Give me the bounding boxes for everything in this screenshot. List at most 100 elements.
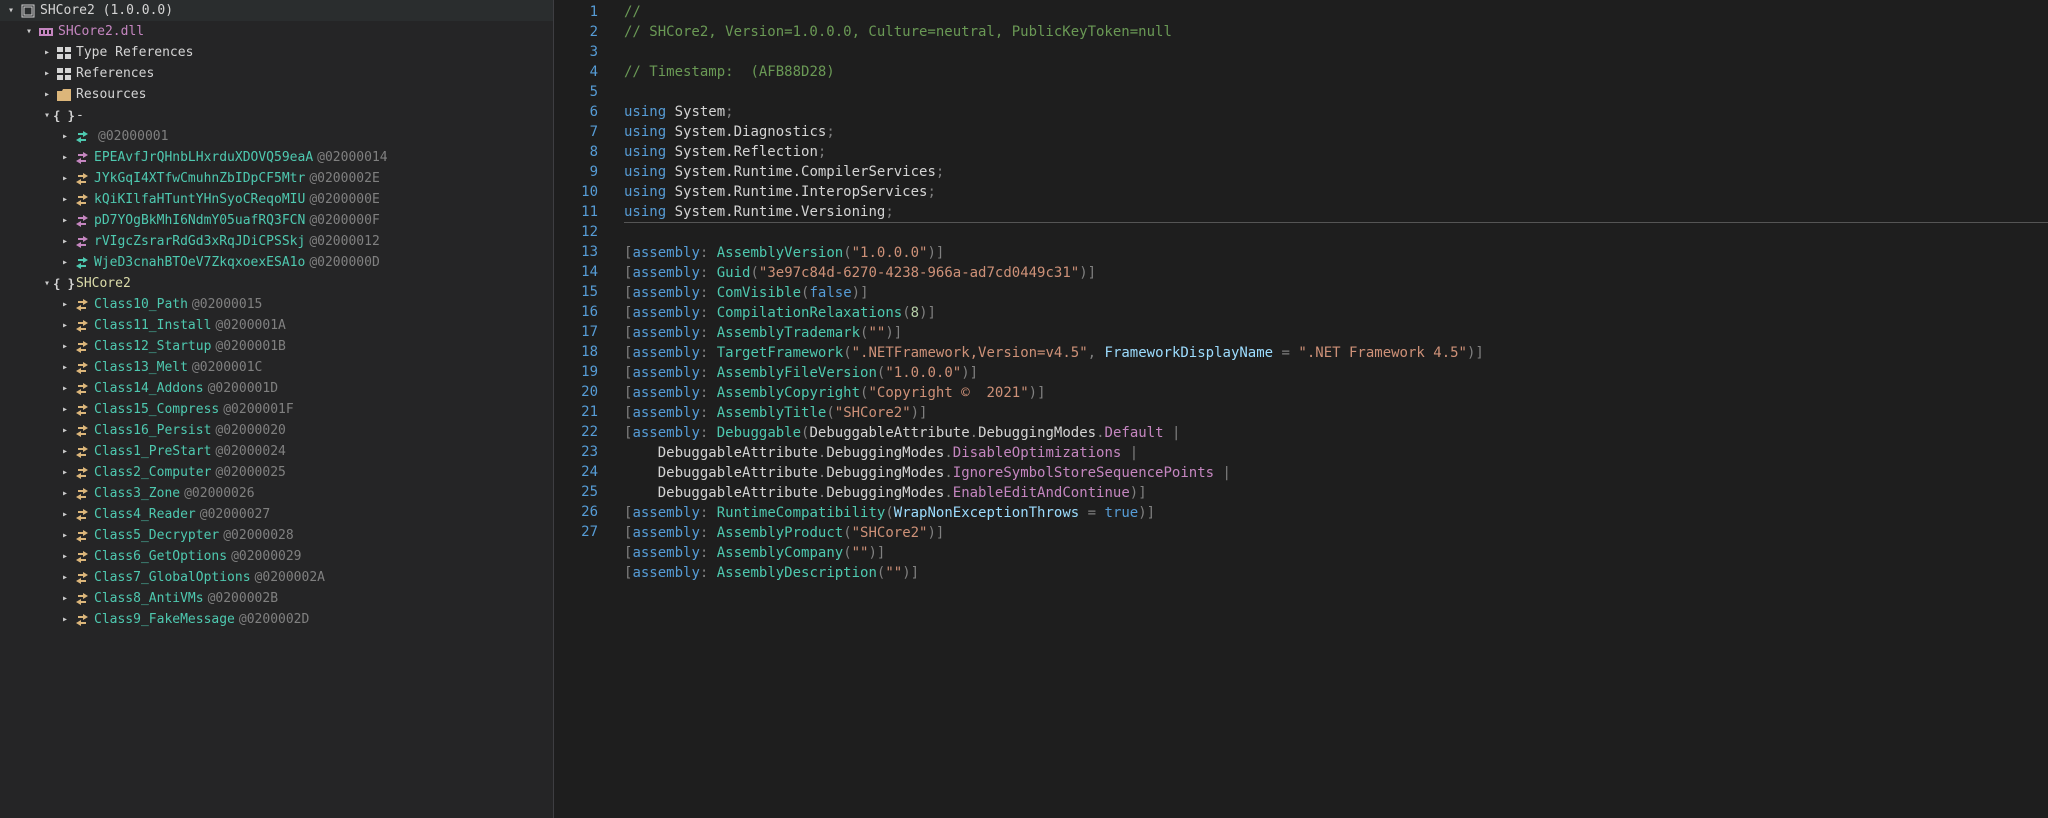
chevron-right-icon[interactable]: ▸: [40, 46, 54, 60]
chevron-right-icon[interactable]: ▸: [58, 403, 72, 417]
class-icon: [74, 150, 90, 166]
class-icon: [74, 381, 90, 397]
type-label: Class14_Addons: [94, 381, 204, 396]
tree-node-type[interactable]: ▸ @02000001: [0, 126, 553, 147]
type-token: @02000012: [309, 234, 379, 249]
chevron-right-icon[interactable]: ▸: [58, 340, 72, 354]
chevron-right-icon[interactable]: ▸: [58, 235, 72, 249]
type-token: @0200002A: [255, 570, 325, 585]
tree-node-type[interactable]: ▸Class7_GlobalOptions@0200002A: [0, 567, 553, 588]
chevron-right-icon[interactable]: ▸: [58, 508, 72, 522]
tree-node-resources[interactable]: ▸ Resources: [0, 84, 553, 105]
type-label: kQiKIlfaHTuntYHnSyoCReqoMIU: [94, 192, 305, 207]
chevron-right-icon[interactable]: ▸: [58, 382, 72, 396]
tree-node-type[interactable]: ▸Class8_AntiVMs@0200002B: [0, 588, 553, 609]
code-content[interactable]: //// SHCore2, Version=1.0.0.0, Culture=n…: [614, 0, 2048, 818]
type-label: pD7YOgBkMhI6NdmY05uafRQ3FCN: [94, 213, 305, 228]
chevron-right-icon[interactable]: ▸: [58, 592, 72, 606]
tree-node-type[interactable]: ▸ pD7YOgBkMhI6NdmY05uafRQ3FCN @0200000F: [0, 210, 553, 231]
tree-node-type[interactable]: ▸Class2_Computer@02000025: [0, 462, 553, 483]
tree-node-type[interactable]: ▸Class16_Persist@02000020: [0, 420, 553, 441]
chevron-right-icon[interactable]: ▸: [58, 613, 72, 627]
code-editor[interactable]: 1234567891011121314151617181920212223242…: [554, 0, 2048, 818]
tree-node-namespace-shcore2[interactable]: ▾ { } SHCore2: [0, 273, 553, 294]
type-label: Class1_PreStart: [94, 444, 211, 459]
chevron-right-icon[interactable]: ▸: [58, 466, 72, 480]
type-token: @0200001D: [208, 381, 278, 396]
type-token: @0200002B: [208, 591, 278, 606]
tree-node-assembly[interactable]: ▾ SHCore2 (1.0.0.0): [0, 0, 553, 21]
type-token: @0200000E: [309, 192, 379, 207]
tree-node-references[interactable]: ▸ References: [0, 63, 553, 84]
type-label: Class5_Decrypter: [94, 528, 219, 543]
chevron-right-icon[interactable]: ▸: [58, 214, 72, 228]
type-token: @0200001C: [192, 360, 262, 375]
chevron-right-icon[interactable]: ▸: [58, 256, 72, 270]
class-icon: [74, 192, 90, 208]
chevron-right-icon[interactable]: ▸: [40, 67, 54, 81]
tree-node-type[interactable]: ▸Class11_Install@0200001A: [0, 315, 553, 336]
class-icon: [74, 171, 90, 187]
tree-node-type-references[interactable]: ▸ Type References: [0, 42, 553, 63]
chevron-right-icon[interactable]: ▸: [58, 550, 72, 564]
tree-node-type[interactable]: ▸Class15_Compress@0200001F: [0, 399, 553, 420]
chevron-right-icon[interactable]: ▸: [58, 298, 72, 312]
references-icon: [56, 45, 72, 61]
type-label: Class3_Zone: [94, 486, 180, 501]
chevron-right-icon[interactable]: ▸: [58, 319, 72, 333]
chevron-down-icon[interactable]: ▾: [4, 4, 18, 18]
type-token: @02000029: [231, 549, 301, 564]
tree-node-type[interactable]: ▸Class6_GetOptions@02000029: [0, 546, 553, 567]
tree-node-type[interactable]: ▸ Class10_Path @02000015: [0, 294, 553, 315]
class-icon: [74, 486, 90, 502]
chevron-right-icon[interactable]: ▸: [58, 571, 72, 585]
class-icon: [74, 213, 90, 229]
type-token: @02000015: [192, 297, 262, 312]
tree-node-type[interactable]: ▸Class5_Decrypter@02000028: [0, 525, 553, 546]
class-icon: [74, 402, 90, 418]
tree-node-type[interactable]: ▸Class9_FakeMessage@0200002D: [0, 609, 553, 630]
type-token: @0200000D: [309, 255, 379, 270]
chevron-right-icon[interactable]: ▸: [58, 193, 72, 207]
class-icon: [74, 255, 90, 271]
tree-node-type[interactable]: ▸EPEAvfJrQHnbLHxrduXDOVQ59eaA@02000014: [0, 147, 553, 168]
tree-node-type[interactable]: ▸WjeD3cnahBTOeV7ZkqxoexESA1o@0200000D: [0, 252, 553, 273]
chevron-right-icon[interactable]: ▸: [40, 88, 54, 102]
tree-node-type[interactable]: ▸ Class1_PreStart @02000024: [0, 441, 553, 462]
chevron-right-icon[interactable]: ▸: [58, 130, 72, 144]
class-icon: [74, 234, 90, 250]
references-icon: [56, 66, 72, 82]
type-token: @02000024: [215, 444, 285, 459]
type-label: Class10_Path: [94, 297, 188, 312]
chevron-down-icon[interactable]: ▾: [40, 277, 54, 291]
tree-node-type[interactable]: ▸JYkGqI4XTfwCmuhnZbIDpCF5Mtr@0200002E: [0, 168, 553, 189]
type-token: @0200000F: [309, 213, 379, 228]
tree-node-type[interactable]: ▸Class12_Startup@0200001B: [0, 336, 553, 357]
tree-node-type[interactable]: ▸ kQiKIlfaHTuntYHnSyoCReqoMIU @0200000E: [0, 189, 553, 210]
chevron-right-icon[interactable]: ▸: [58, 487, 72, 501]
chevron-down-icon[interactable]: ▾: [22, 25, 36, 39]
assembly-tree-panel[interactable]: ▾ SHCore2 (1.0.0.0) ▾ SHCore2.dll ▸ Type…: [0, 0, 554, 818]
tree-node-type[interactable]: ▸ Class14_Addons @0200001D: [0, 378, 553, 399]
tree-label: Resources: [76, 87, 146, 102]
chevron-down-icon[interactable]: ▾: [40, 109, 54, 123]
class-icon: [74, 444, 90, 460]
type-label: Class16_Persist: [94, 423, 211, 438]
chevron-right-icon[interactable]: ▸: [58, 361, 72, 375]
chevron-right-icon[interactable]: ▸: [58, 172, 72, 186]
tree-node-module[interactable]: ▾ SHCore2.dll: [0, 21, 553, 42]
tree-node-type[interactable]: ▸Class3_Zone@02000026: [0, 483, 553, 504]
tree-node-namespace-dash[interactable]: ▾ { } -: [0, 105, 553, 126]
type-token: @02000001: [98, 129, 168, 144]
chevron-right-icon[interactable]: ▸: [58, 424, 72, 438]
tree-label: Type References: [76, 45, 193, 60]
chevron-right-icon[interactable]: ▸: [58, 529, 72, 543]
chevron-right-icon[interactable]: ▸: [58, 445, 72, 459]
class-icon: [74, 549, 90, 565]
tree-node-type[interactable]: ▸rVIgcZsrarRdGd3xRqJDiCPSSkj@02000012: [0, 231, 553, 252]
chevron-right-icon[interactable]: ▸: [58, 151, 72, 165]
class-icon: [74, 297, 90, 313]
tree-node-type[interactable]: ▸Class4_Reader@02000027: [0, 504, 553, 525]
tree-node-type[interactable]: ▸Class13_Melt@0200001C: [0, 357, 553, 378]
type-label: Class4_Reader: [94, 507, 196, 522]
